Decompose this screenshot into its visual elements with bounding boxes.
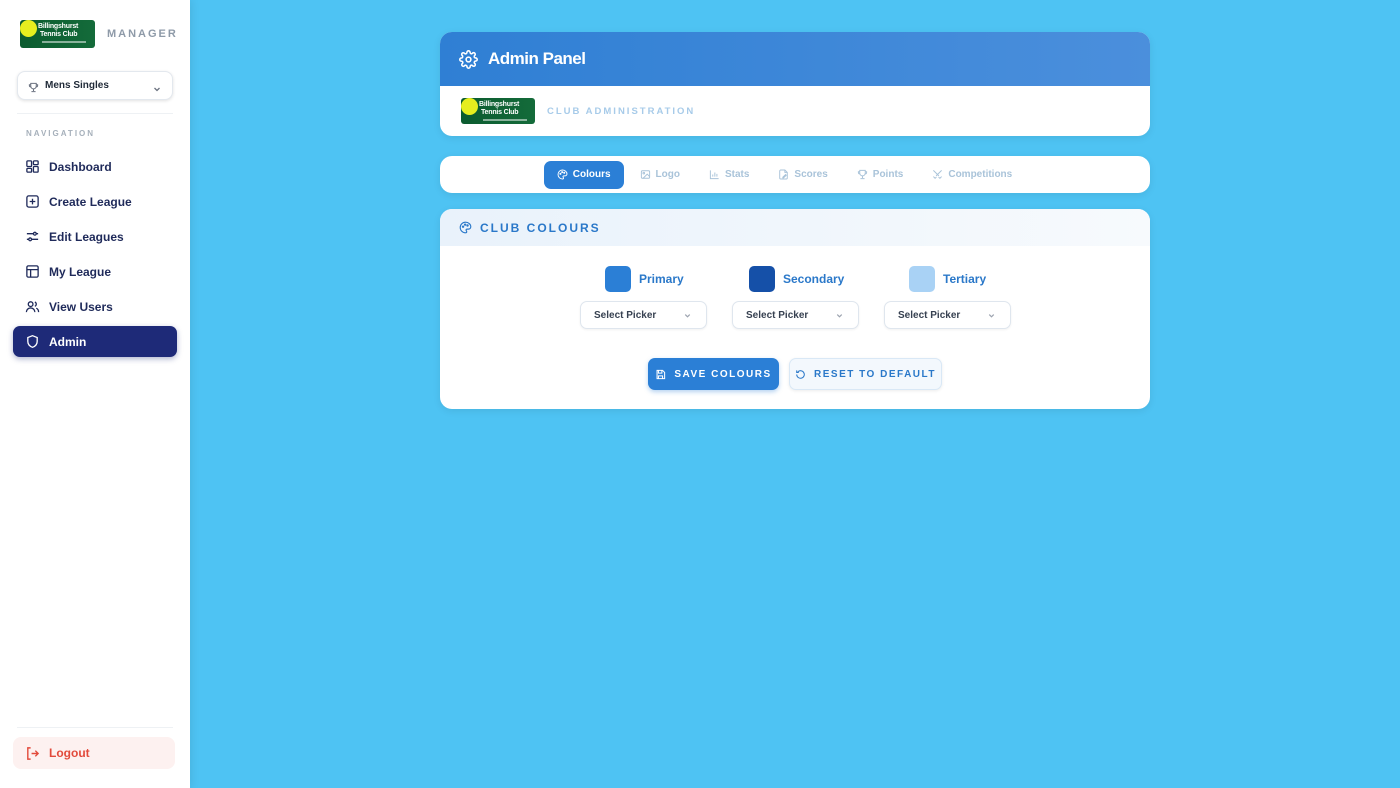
gear-icon [459, 49, 478, 69]
sidebar-item-label: View Users [49, 299, 113, 314]
tab-label: Colours [572, 169, 611, 180]
users-icon [25, 299, 40, 314]
tab-label: Stats [724, 169, 750, 180]
color-swatch[interactable] [605, 266, 631, 292]
club-colours-card: CLUB COLOURS Primary Secondary Tertiary … [440, 209, 1150, 409]
sidebar-item-admin[interactable]: Admin [13, 326, 177, 357]
sidebar-item-label: Edit Leagues [49, 229, 124, 244]
logout-label: Logout [49, 746, 90, 760]
save-icon [655, 369, 666, 380]
admin-tabs: Colours Logo Stats Scores Points Competi… [543, 160, 1028, 189]
palette-icon [459, 221, 472, 234]
swatch-label: Secondary [783, 272, 845, 286]
picker-value: Select Picker [746, 309, 809, 321]
crossed-swords-icon [932, 169, 943, 180]
save-colours-button[interactable]: SAVE COLOURS [648, 358, 779, 390]
tab-points[interactable]: Points [844, 161, 917, 189]
logout-button[interactable]: Logout [13, 737, 175, 769]
league-selector[interactable]: Mens Singles [17, 71, 173, 100]
tab-logo[interactable]: Logo [627, 161, 693, 189]
chevron-down-icon [987, 311, 996, 320]
reset-to-default-button[interactable]: RESET TO DEFAULT [789, 358, 942, 390]
table-icon [25, 264, 40, 279]
role-label: MANAGER [107, 28, 178, 40]
swatch-secondary: Secondary [749, 266, 844, 292]
admin-header-card: Admin Panel Billingshurst Tennis Club CL… [440, 32, 1150, 136]
sidebar-item-label: Admin [49, 334, 87, 349]
league-selector-value: Mens Singles [45, 80, 109, 91]
shield-icon [25, 334, 40, 349]
bar-chart-icon [709, 169, 720, 180]
swatch-tertiary: Tertiary [909, 266, 986, 292]
club-colours-header: CLUB COLOURS [440, 209, 1150, 246]
swatch-label: Tertiary [943, 272, 987, 286]
section-title: CLUB COLOURS [480, 220, 601, 235]
club-logo[interactable]: Billingshurst Tennis Club [20, 20, 95, 48]
color-swatch[interactable] [749, 266, 775, 292]
sidebar-item-my-league[interactable]: My League [13, 256, 177, 287]
swatch-primary: Primary [605, 266, 684, 292]
chevron-down-icon [683, 311, 692, 320]
color-swatch[interactable] [909, 266, 935, 292]
sidebar-item-label: Dashboard [49, 159, 112, 174]
chevron-down-icon [152, 81, 162, 91]
sidebar-item-view-users[interactable]: View Users [13, 291, 177, 322]
sliders-icon [25, 229, 40, 244]
picker-value: Select Picker [898, 309, 961, 321]
admin-header-bar: Admin Panel [440, 32, 1150, 86]
club-logo: Billingshurst Tennis Club [461, 98, 535, 124]
sidebar: Billingshurst Tennis Club MANAGER Mens S… [0, 0, 190, 788]
sidebar-item-dashboard[interactable]: Dashboard [13, 151, 177, 182]
image-icon [640, 169, 651, 180]
admin-header-subbar: Billingshurst Tennis Club CLUB ADMINISTR… [440, 86, 1150, 136]
chevron-down-icon [835, 311, 844, 320]
sidebar-divider [17, 113, 173, 114]
tab-label: Scores [794, 169, 828, 180]
tab-competitions[interactable]: Competitions [919, 161, 1025, 189]
primary-picker-select[interactable]: Select Picker [580, 301, 707, 329]
button-label: RESET TO DEFAULT [814, 368, 936, 380]
secondary-picker-select[interactable]: Select Picker [732, 301, 859, 329]
page-subtitle: CLUB ADMINISTRATION [547, 105, 696, 117]
trophy-icon [28, 80, 39, 93]
tertiary-picker-select[interactable]: Select Picker [884, 301, 1011, 329]
picker-value: Select Picker [594, 309, 657, 321]
tab-label: Logo [655, 169, 680, 180]
nav-section-title: NAVIGATION [26, 129, 96, 138]
tab-label: Points [872, 169, 904, 180]
sidebar-item-label: My League [49, 264, 112, 279]
admin-tabs-card: Colours Logo Stats Scores Points Competi… [440, 156, 1150, 193]
swatch-row: Primary Secondary Tertiary [440, 266, 1150, 292]
score-sheet-icon [778, 169, 789, 180]
tab-scores[interactable]: Scores [765, 161, 840, 189]
page-title: Admin Panel [488, 49, 586, 68]
sidebar-item-create-league[interactable]: Create League [13, 186, 177, 217]
button-label: SAVE COLOURS [674, 368, 772, 380]
brand: Billingshurst Tennis Club MANAGER [20, 20, 178, 48]
sidebar-divider [17, 727, 173, 728]
sidebar-item-edit-leagues[interactable]: Edit Leagues [13, 221, 177, 252]
tab-stats[interactable]: Stats [696, 161, 762, 189]
dashboard-icon [25, 159, 40, 174]
trophy-icon [857, 169, 868, 180]
swatch-label: Primary [639, 272, 684, 286]
sidebar-item-label: Create League [49, 194, 132, 209]
tab-colours[interactable]: Colours [543, 160, 624, 189]
reset-icon [795, 369, 806, 380]
logout-icon [25, 746, 40, 761]
plus-square-icon [25, 194, 40, 209]
tab-label: Competitions [948, 169, 1013, 180]
palette-icon [557, 169, 568, 180]
